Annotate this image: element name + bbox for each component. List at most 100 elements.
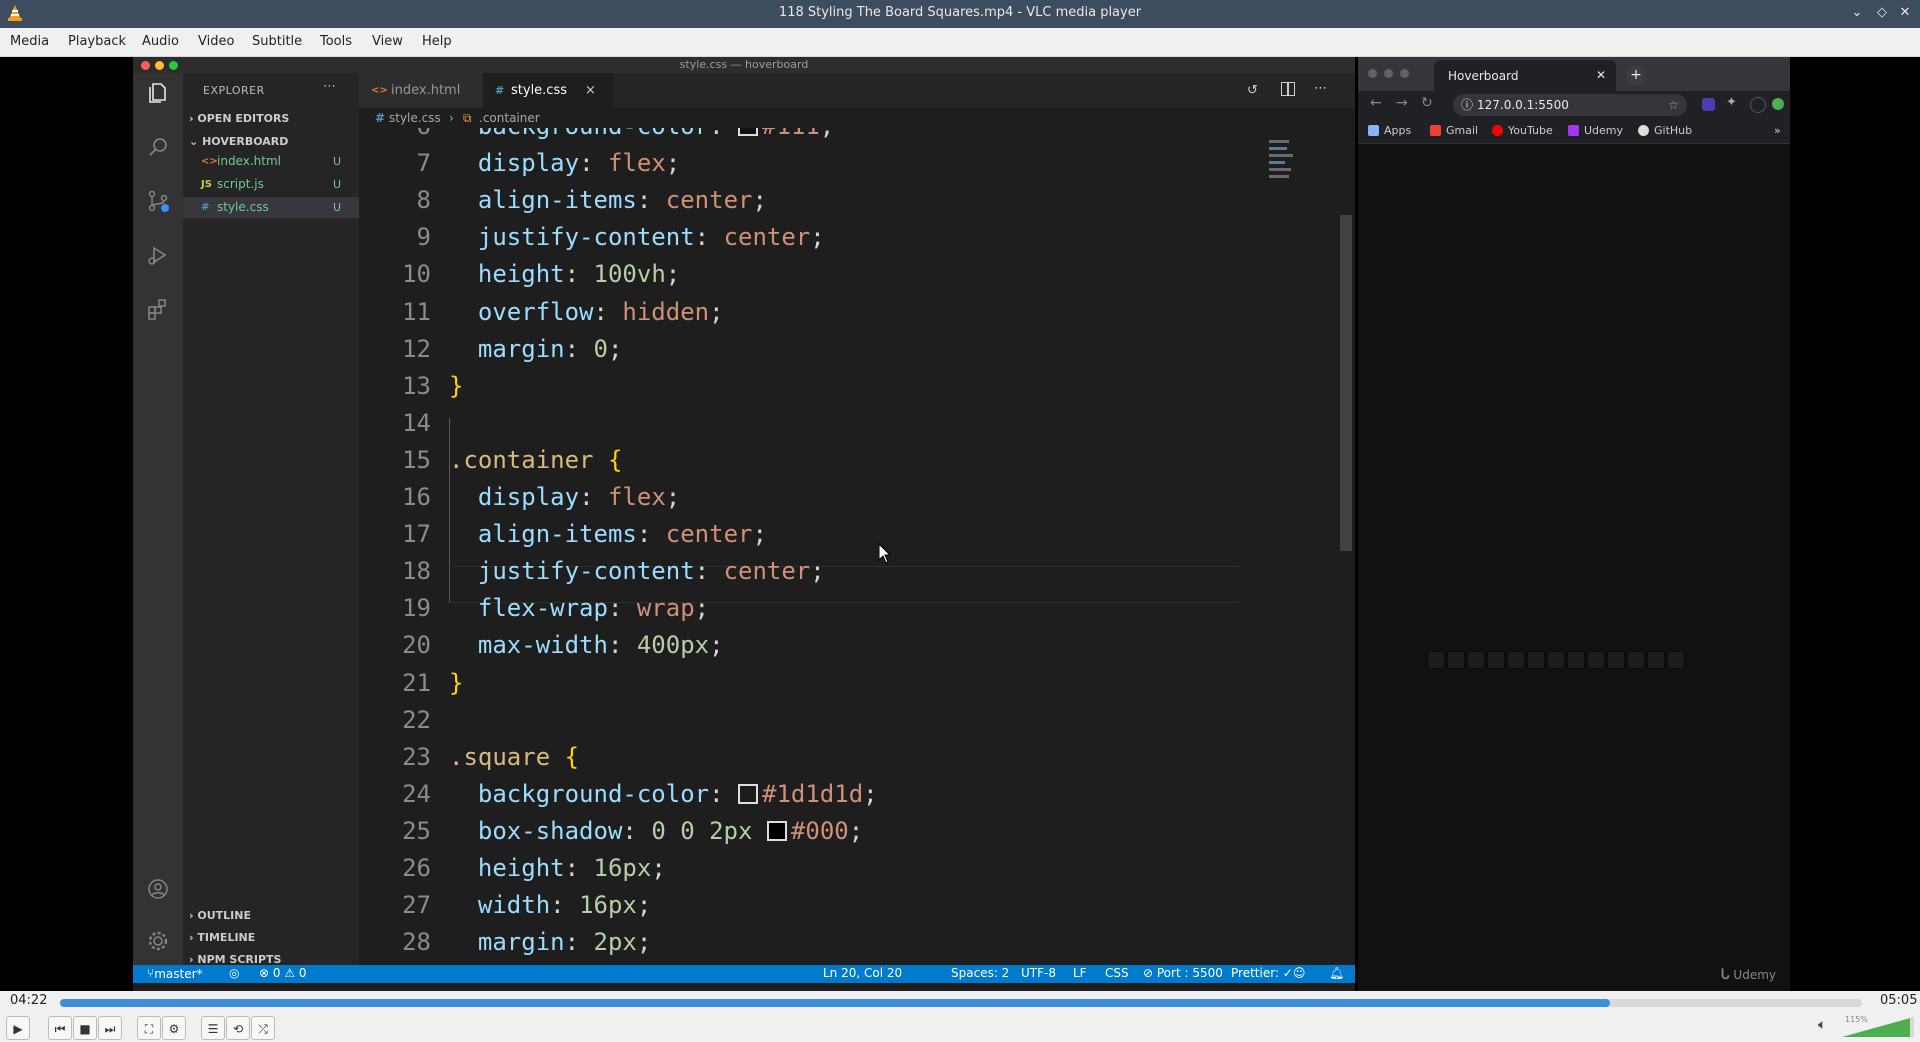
play-button[interactable]: ▶: [6, 1016, 30, 1040]
file-index-html[interactable]: <> index.html U: [183, 151, 359, 172]
menu-tools[interactable]: Tools: [320, 34, 352, 49]
colon: :: [579, 149, 608, 178]
extensions-icon[interactable]: [146, 297, 170, 321]
menu-media[interactable]: Media: [10, 34, 49, 49]
bookmark-apps[interactable]: Apps: [1384, 124, 1411, 137]
next-button[interactable]: ⏭: [98, 1016, 122, 1040]
timeline-section[interactable]: › TIMELINE: [189, 931, 255, 944]
board-square[interactable]: [1488, 652, 1504, 668]
more-actions-icon[interactable]: ⋯: [1314, 81, 1327, 96]
cursor-position[interactable]: Ln 20, Col 20: [823, 966, 902, 980]
forward-icon[interactable]: →: [1396, 95, 1408, 111]
bookmark-gmail[interactable]: Gmail: [1446, 124, 1478, 137]
close-tab-icon[interactable]: ×: [585, 73, 596, 108]
board-square[interactable]: [1508, 652, 1524, 668]
previous-button[interactable]: ⏮: [48, 1016, 72, 1040]
indentation[interactable]: Spaces: 2: [951, 966, 1009, 980]
minimize-icon[interactable]: ⌄: [1848, 4, 1866, 22]
board-square[interactable]: [1448, 652, 1464, 668]
color-swatch-icon[interactable]: [738, 783, 758, 804]
reload-icon[interactable]: ↻: [1421, 95, 1433, 111]
menu-view[interactable]: View: [372, 34, 403, 49]
branch-indicator[interactable]: ⑂ master*: [147, 966, 203, 981]
extension-icon[interactable]: [1702, 98, 1715, 111]
board-square[interactable]: [1628, 652, 1644, 668]
menu-audio[interactable]: Audio: [142, 34, 179, 49]
bookmark-youtube[interactable]: YouTube: [1508, 124, 1553, 137]
open-editors-section[interactable]: › OPEN EDITORS: [189, 112, 289, 125]
close-tab-icon[interactable]: ✕: [1596, 68, 1606, 82]
seek-bar[interactable]: [60, 999, 1862, 1007]
menu-help[interactable]: Help: [422, 34, 452, 49]
file-style-css[interactable]: # style.css U: [183, 197, 359, 218]
video-frame[interactable]: style.css — hoverboard EXPLORER ⋯ › OPEN…: [0, 57, 1920, 991]
color-swatch-icon[interactable]: [738, 128, 758, 136]
bookmark-star-icon[interactable]: ☆: [1668, 94, 1679, 116]
minimap[interactable]: [1269, 136, 1313, 190]
board-square[interactable]: [1668, 652, 1684, 668]
board-square[interactable]: [1468, 652, 1484, 668]
bookmark-github[interactable]: GitHub: [1654, 124, 1692, 137]
notifications-icon[interactable]: 🔔︎: [1329, 966, 1344, 980]
tab-index-html[interactable]: <> index.html: [359, 73, 483, 108]
board-square[interactable]: [1568, 652, 1584, 668]
board-square[interactable]: [1528, 652, 1544, 668]
encoding[interactable]: UTF-8: [1021, 966, 1056, 980]
tab-style-css[interactable]: # style.css ×: [483, 73, 613, 108]
split-editor-icon[interactable]: [1281, 82, 1295, 96]
extended-settings-button[interactable]: ⚙: [162, 1016, 186, 1040]
bookmark-udemy[interactable]: Udemy: [1584, 124, 1623, 137]
browser-tab[interactable]: Hoverboard ✕: [1434, 60, 1616, 91]
file-script-js[interactable]: JS script.js U: [183, 174, 359, 195]
problems-indicator[interactable]: ⊗ 0 ⚠ 0: [259, 966, 307, 980]
speaker-icon[interactable]: 🔈︎: [1818, 1017, 1826, 1033]
profile-icon[interactable]: [1750, 97, 1766, 113]
maximize-icon[interactable]: ◇: [1873, 4, 1891, 22]
outline-section[interactable]: › OUTLINE: [189, 909, 251, 922]
status-dot-icon[interactable]: [1772, 98, 1784, 110]
account-icon[interactable]: [146, 877, 170, 901]
volume-slider[interactable]: [1842, 1017, 1914, 1037]
new-tab-icon[interactable]: +: [1626, 65, 1646, 85]
prettier-status[interactable]: Prettier: ✓: [1231, 966, 1293, 980]
board-square[interactable]: [1648, 652, 1664, 668]
settings-gear-icon[interactable]: [146, 929, 170, 953]
board-square[interactable]: [1608, 652, 1624, 668]
menu-playback[interactable]: Playback: [68, 34, 126, 49]
back-icon[interactable]: ←: [1370, 95, 1382, 111]
url-bar[interactable]: ⓘ 127.0.0.1:5500 ☆: [1453, 94, 1687, 116]
breadcrumb-file[interactable]: style.css: [389, 108, 441, 128]
css-value: flex: [607, 483, 666, 511]
sync-icon[interactable]: ◎: [229, 966, 239, 980]
run-debug-icon[interactable]: [146, 243, 170, 267]
menu-video[interactable]: Video: [198, 34, 234, 49]
color-swatch-icon[interactable]: [766, 820, 787, 841]
board-square[interactable]: [1588, 652, 1604, 668]
menu-subtitle[interactable]: Subtitle: [252, 34, 302, 49]
editor-scrollbar[interactable]: [1340, 215, 1352, 551]
code-editor[interactable]: 6 background-color: #111;7 display: flex…: [359, 128, 1355, 965]
stop-button[interactable]: ■: [73, 1016, 97, 1040]
playlist-button[interactable]: ☰: [201, 1016, 225, 1040]
extensions-puzzle-icon[interactable]: ✦: [1726, 95, 1737, 110]
source-control-icon[interactable]: [146, 189, 170, 213]
more-actions-icon[interactable]: ⋯: [323, 79, 336, 94]
line-ending[interactable]: LF: [1073, 966, 1087, 980]
webpage-viewport[interactable]: ᘂ Udemy: [1358, 144, 1790, 991]
info-icon[interactable]: ⓘ: [1461, 94, 1473, 116]
fullscreen-button[interactable]: ⛶: [137, 1016, 161, 1040]
live-server-port[interactable]: ⊘ Port : 5500: [1143, 966, 1223, 980]
hoverboard-folder[interactable]: ⌄ HOVERBOARD: [189, 135, 288, 148]
search-icon[interactable]: [146, 135, 170, 159]
board-square[interactable]: [1548, 652, 1564, 668]
explorer-icon[interactable]: [146, 81, 170, 105]
more-bookmarks-icon[interactable]: »: [1774, 124, 1781, 137]
language-mode[interactable]: CSS: [1105, 966, 1129, 980]
open-changes-icon[interactable]: ↺: [1247, 83, 1258, 98]
feedback-icon[interactable]: ☺: [1293, 966, 1306, 980]
board-square[interactable]: [1428, 652, 1444, 668]
breadcrumb-symbol[interactable]: .container: [479, 108, 540, 128]
close-icon[interactable]: ✕: [1896, 4, 1914, 22]
shuffle-button[interactable]: ⤮: [251, 1016, 275, 1040]
loop-button[interactable]: ⟲: [226, 1016, 250, 1040]
